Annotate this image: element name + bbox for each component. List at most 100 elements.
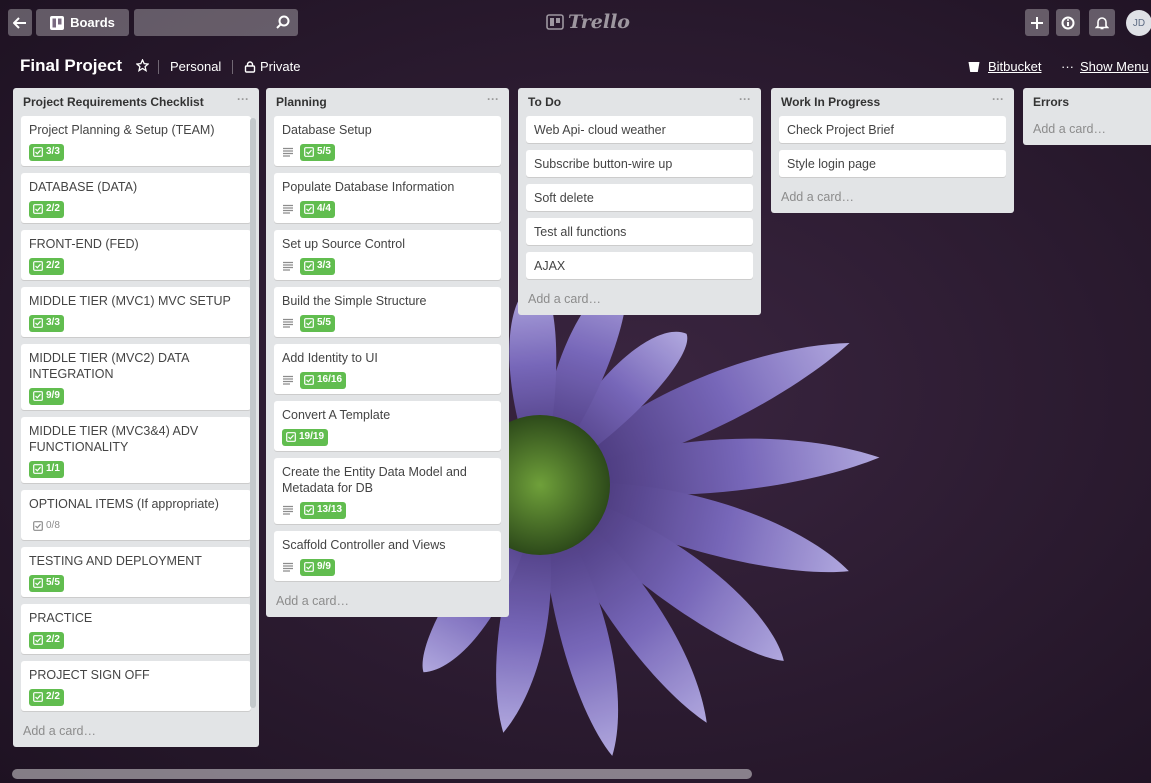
card[interactable]: PROJECT SIGN OFF 2/2 bbox=[21, 661, 251, 711]
description-icon bbox=[283, 375, 293, 385]
card[interactable]: Add Identity to UI 16/16 bbox=[274, 344, 501, 394]
list-to-do[interactable]: To Do ··· Web Api- cloud weather Subscribe … bbox=[518, 88, 761, 315]
card[interactable]: Soft delete bbox=[526, 184, 753, 211]
list-menu-icon[interactable]: ··· bbox=[739, 92, 751, 106]
horizontal-scroll-thumb[interactable] bbox=[12, 769, 752, 779]
card[interactable]: Scaffold Controller and Views 9/9 bbox=[274, 531, 501, 581]
card[interactable]: MIDDLE TIER (MVC3&4) ADV FUNCTIONALITY 1/… bbox=[21, 417, 251, 483]
add-card-button[interactable]: Add a card… bbox=[1023, 116, 1151, 145]
checklist-icon bbox=[33, 521, 43, 531]
info-button[interactable] bbox=[1056, 9, 1080, 36]
back-button[interactable] bbox=[8, 9, 32, 36]
list-title: To Do bbox=[528, 95, 562, 109]
card-badges: 1/1 bbox=[29, 460, 243, 478]
team-label: Personal bbox=[170, 59, 222, 74]
card[interactable]: Convert A Template 19/19 bbox=[274, 401, 501, 451]
checklist-badge: 13/13 bbox=[300, 501, 347, 519]
card[interactable]: Style login page bbox=[779, 150, 1006, 177]
card[interactable]: Subscribe button-wire up bbox=[526, 150, 753, 177]
card-title: Database Setup bbox=[282, 123, 372, 137]
card[interactable]: MIDDLE TIER (MVC1) MVC SETUP 3/3 bbox=[21, 287, 251, 337]
board-title[interactable]: Final Project bbox=[20, 56, 122, 76]
card[interactable]: Check Project Brief bbox=[779, 116, 1006, 143]
card-badges: 19/19 bbox=[282, 428, 493, 446]
add-card-button[interactable]: Add a card… bbox=[266, 588, 509, 617]
list-header[interactable]: Project Requirements Checklist ··· bbox=[13, 88, 259, 116]
add-card-button[interactable]: Add a card… bbox=[771, 184, 1014, 213]
list-menu-icon[interactable]: ··· bbox=[487, 92, 499, 106]
list-header[interactable]: Planning ··· bbox=[266, 88, 509, 116]
checklist-count: 5/5 bbox=[46, 577, 60, 588]
card-badges: 2/2 bbox=[29, 200, 243, 218]
list-header[interactable]: Errors bbox=[1023, 88, 1151, 116]
trello-logo[interactable]: Trello bbox=[546, 9, 630, 35]
add-card-button[interactable]: Add a card… bbox=[13, 718, 259, 747]
checklist-icon bbox=[33, 261, 43, 271]
list-planning[interactable]: Planning ··· Database Setup 5/5 Populate Dat… bbox=[266, 88, 509, 617]
card-title: MIDDLE TIER (MVC3&4) ADV FUNCTIONALITY bbox=[29, 424, 199, 454]
checklist-icon bbox=[304, 562, 314, 572]
card-badges: 3/3 bbox=[29, 143, 243, 161]
card[interactable]: Web Api- cloud weather bbox=[526, 116, 753, 143]
avatar[interactable]: JD bbox=[1126, 10, 1151, 36]
top-bar: Boards Trello JD bbox=[0, 0, 1151, 44]
checklist-count: 5/5 bbox=[317, 317, 331, 328]
card[interactable]: DATABASE (DATA) 2/2 bbox=[21, 173, 251, 223]
star-button[interactable] bbox=[136, 59, 149, 72]
checklist-icon bbox=[304, 147, 314, 157]
card[interactable]: PRACTICE 2/2 bbox=[21, 604, 251, 654]
card[interactable]: MIDDLE TIER (MVC2) DATA INTEGRATION 9/9 bbox=[21, 344, 251, 410]
checklist-badge: 2/2 bbox=[29, 688, 64, 706]
card-list: Check Project Brief Style login page bbox=[771, 116, 1014, 177]
checklist-count: 5/5 bbox=[317, 146, 331, 157]
checklist-count: 1/1 bbox=[46, 463, 60, 474]
card[interactable]: Create the Entity Data Model and Metadat… bbox=[274, 458, 501, 524]
card[interactable]: FRONT-END (FED) 2/2 bbox=[21, 230, 251, 280]
card[interactable]: OPTIONAL ITEMS (If appropriate) 0/8 bbox=[21, 490, 251, 540]
checklist-badge: 3/3 bbox=[29, 314, 64, 332]
card-badges: 2/2 bbox=[29, 688, 243, 706]
checklist-icon bbox=[304, 505, 314, 515]
card-title: Create the Entity Data Model and Metadat… bbox=[282, 465, 467, 495]
list-work-in-progress[interactable]: Work In Progress ··· Check Project Brief St… bbox=[771, 88, 1014, 213]
card[interactable]: Database Setup 5/5 bbox=[274, 116, 501, 166]
list-title: Work In Progress bbox=[781, 95, 881, 109]
card[interactable]: Project Planning & Setup (TEAM) 3/3 bbox=[21, 116, 251, 166]
description-icon bbox=[283, 505, 293, 515]
card[interactable]: Set up Source Control 3/3 bbox=[274, 230, 501, 280]
list-project-requirements-checklist[interactable]: Project Requirements Checklist ··· Project… bbox=[13, 88, 259, 747]
card[interactable]: Populate Database Information 4/4 bbox=[274, 173, 501, 223]
checklist-icon bbox=[33, 391, 43, 401]
checklist-count: 3/3 bbox=[46, 317, 60, 328]
card[interactable]: TESTING AND DEPLOYMENT 5/5 bbox=[21, 547, 251, 597]
card-title: Web Api- cloud weather bbox=[534, 123, 666, 137]
list-header[interactable]: Work In Progress ··· bbox=[771, 88, 1014, 116]
card[interactable]: AJAX bbox=[526, 252, 753, 279]
search-input[interactable] bbox=[134, 9, 298, 36]
visibility-button[interactable]: Private bbox=[244, 59, 300, 74]
card-list: Project Planning & Setup (TEAM) 3/3 DATABA… bbox=[13, 116, 259, 711]
card-title: MIDDLE TIER (MVC2) DATA INTEGRATION bbox=[29, 351, 189, 381]
bitbucket-button[interactable]: Bitbucket bbox=[968, 59, 1041, 74]
card-title: Check Project Brief bbox=[787, 123, 894, 137]
list-errors[interactable]: Errors Add a card… bbox=[1023, 88, 1151, 145]
checklist-count: 3/3 bbox=[317, 260, 331, 271]
card[interactable]: Build the Simple Structure 5/5 bbox=[274, 287, 501, 337]
team-button[interactable]: Personal bbox=[170, 59, 221, 74]
horizontal-scrollbar[interactable] bbox=[8, 768, 1148, 779]
notifications-button[interactable] bbox=[1089, 9, 1115, 36]
add-card-button[interactable]: Add a card… bbox=[518, 286, 761, 315]
bell-icon bbox=[1095, 16, 1109, 29]
card-title: DATABASE (DATA) bbox=[29, 180, 138, 194]
add-button[interactable] bbox=[1025, 9, 1049, 36]
list-menu-icon[interactable]: ··· bbox=[237, 92, 249, 106]
list-scrollbar[interactable] bbox=[250, 118, 256, 708]
list-header[interactable]: To Do ··· bbox=[518, 88, 761, 116]
bitbucket-label: Bitbucket bbox=[988, 59, 1042, 74]
bitbucket-icon bbox=[968, 61, 980, 72]
show-menu-button[interactable]: ··· Show Menu bbox=[1061, 59, 1149, 74]
checklist-count: 2/2 bbox=[46, 691, 60, 702]
boards-button[interactable]: Boards bbox=[36, 9, 129, 36]
list-menu-icon[interactable]: ··· bbox=[992, 92, 1004, 106]
card[interactable]: Test all functions bbox=[526, 218, 753, 245]
